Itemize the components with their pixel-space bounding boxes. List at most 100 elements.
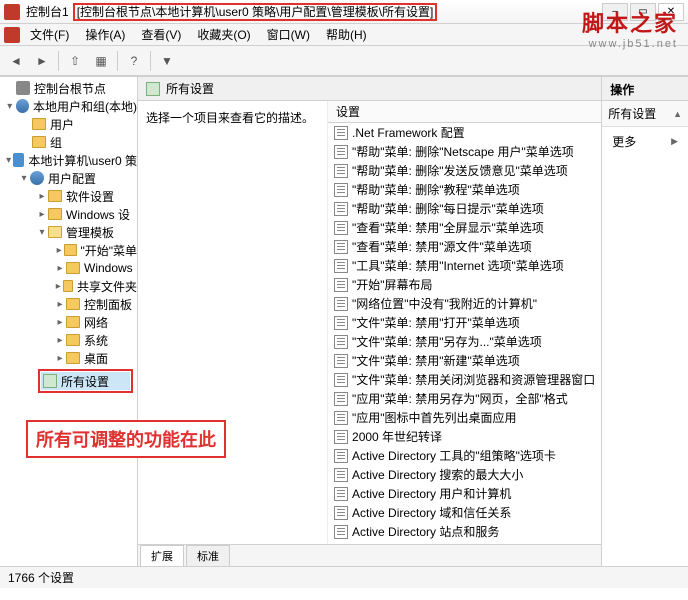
menu-help[interactable]: 帮助(H): [320, 24, 373, 45]
list-item[interactable]: "应用"菜单: 禁用另存为"网页，全部"格式: [328, 389, 601, 408]
actions-more[interactable]: 更多▶: [602, 127, 688, 156]
window-path: [控制台根节点\本地计算机\user0 策略\用户配置\管理模板\所有设置]: [73, 3, 438, 21]
list-item[interactable]: "工具"菜单: 禁用"Internet 选项"菜单选项: [328, 256, 601, 275]
list-item[interactable]: .Net Framework 配置: [328, 123, 601, 142]
list-item-label: 2000 年世纪转译: [352, 428, 442, 445]
close-button[interactable]: ✕: [658, 3, 684, 21]
list-item[interactable]: 2000 年世纪转译: [328, 427, 601, 446]
toolbar: ◄ ► ⇧ ▦ ? ▼: [0, 46, 688, 76]
setting-item-icon: [334, 259, 348, 273]
list-item[interactable]: Active Directory 工具的"组策略"选项卡: [328, 446, 601, 465]
setting-item-icon: [334, 506, 348, 520]
setting-item-icon: [334, 183, 348, 197]
tree-windows-comp[interactable]: ▸Windows: [0, 259, 137, 277]
list-item[interactable]: "帮助"菜单: 删除"Netscape 用户"菜单选项: [328, 142, 601, 161]
folder-icon: [32, 118, 46, 130]
filter-button[interactable]: ▼: [157, 51, 177, 71]
list-item[interactable]: "查看"菜单: 禁用"全屏显示"菜单选项: [328, 218, 601, 237]
setting-item-icon: [334, 392, 348, 406]
titlebar: 控制台1 [控制台根节点\本地计算机\user0 策略\用户配置\管理模板\所有…: [0, 0, 688, 24]
minimize-button[interactable]: –: [602, 3, 628, 21]
users-group-icon: [16, 99, 29, 113]
menubar: 文件(F) 操作(A) 查看(V) 收藏夹(O) 窗口(W) 帮助(H): [0, 24, 688, 46]
list-item[interactable]: "文件"菜单: 禁用"另存为..."菜单选项: [328, 332, 601, 351]
list-item[interactable]: "帮助"菜单: 删除"发送反馈意见"菜单选项: [328, 161, 601, 180]
setting-item-icon: [334, 411, 348, 425]
folder-icon: [66, 262, 80, 274]
separator: [58, 51, 59, 71]
annotation-callout: 所有可调整的功能在此: [26, 420, 226, 458]
list-item[interactable]: "文件"菜单: 禁用"新建"菜单选项: [328, 351, 601, 370]
tree-desktop[interactable]: ▸桌面: [0, 349, 137, 367]
setting-item-icon: [334, 278, 348, 292]
up-button[interactable]: ⇧: [65, 51, 85, 71]
nav-forward-button[interactable]: ►: [32, 51, 52, 71]
list-item-label: "文件"菜单: 禁用关闭浏览器和资源管理器窗口: [352, 371, 595, 388]
setting-item-icon: [334, 430, 348, 444]
list-item[interactable]: "开始"屏幕布局: [328, 275, 601, 294]
settings-icon: [43, 374, 57, 388]
tree-user-config[interactable]: ▾用户配置: [0, 169, 137, 187]
tree-policy[interactable]: ▾本地计算机\user0 策: [0, 151, 137, 169]
chevron-up-icon[interactable]: ▲: [673, 109, 682, 119]
content-title: 所有设置: [166, 80, 214, 97]
tree-selection-highlight: 所有设置: [38, 369, 133, 393]
list-item[interactable]: "查看"菜单: 禁用"源文件"菜单选项: [328, 237, 601, 256]
setting-item-icon: [334, 221, 348, 235]
list-item-label: Active Directory 用户和计算机: [352, 485, 511, 502]
setting-item-icon: [334, 354, 348, 368]
menu-file[interactable]: 文件(F): [24, 24, 75, 45]
setting-item-icon: [334, 335, 348, 349]
user-config-icon: [30, 171, 44, 185]
menu-window[interactable]: 窗口(W): [261, 24, 316, 45]
setting-item-icon: [334, 297, 348, 311]
list-item[interactable]: "应用"图标中首先列出桌面应用: [328, 408, 601, 427]
statusbar: 1766 个设置: [0, 566, 688, 588]
tree-network[interactable]: ▸网络: [0, 313, 137, 331]
tree-windows-settings[interactable]: ▸Windows 设: [0, 205, 137, 223]
folder-icon: [66, 334, 80, 346]
list-item[interactable]: Active Directory 站点和服务: [328, 522, 601, 541]
list-item[interactable]: Active Directory 域和信任关系: [328, 503, 601, 522]
setting-item-icon: [334, 468, 348, 482]
list-item[interactable]: "帮助"菜单: 删除"教程"菜单选项: [328, 180, 601, 199]
list-item[interactable]: Active Directory 搜索的最大大小: [328, 465, 601, 484]
separator: [117, 51, 118, 71]
tree-groups[interactable]: 组: [0, 133, 137, 151]
show-hide-button[interactable]: ▦: [91, 51, 111, 71]
tree-users[interactable]: 用户: [0, 115, 137, 133]
tree-root[interactable]: 控制台根节点: [0, 79, 137, 97]
tree-admin-templates[interactable]: ▾管理模板: [0, 223, 137, 241]
tree-all-settings[interactable]: 所有设置: [41, 372, 130, 390]
list-item-label: "网络位置"中没有"我附近的计算机": [352, 295, 537, 312]
maximize-button[interactable]: ▭: [630, 3, 656, 21]
list-item[interactable]: "网络位置"中没有"我附近的计算机": [328, 294, 601, 313]
folder-icon: [66, 316, 80, 328]
nav-back-button[interactable]: ◄: [6, 51, 26, 71]
list-item[interactable]: "文件"菜单: 禁用"打开"菜单选项: [328, 313, 601, 332]
list-item-label: "帮助"菜单: 删除"发送反馈意见"菜单选项: [352, 162, 568, 179]
tree-system[interactable]: ▸系统: [0, 331, 137, 349]
list-item-label: "应用"图标中首先列出桌面应用: [352, 409, 517, 426]
menu-view[interactable]: 查看(V): [135, 24, 187, 45]
app-icon: [4, 4, 20, 20]
tree-pane: 控制台根节点 ▾本地用户和组(本地) 用户 组 ▾本地计算机\user0 策 ▾…: [0, 77, 138, 566]
list-item-label: Active Directory 搜索的最大大小: [352, 466, 523, 483]
list-item[interactable]: Active Directory 用户和计算机: [328, 484, 601, 503]
tree-shared-folders[interactable]: ▸共享文件夹: [0, 277, 137, 295]
tree-software[interactable]: ▸软件设置: [0, 187, 137, 205]
menu-action[interactable]: 操作(A): [79, 24, 131, 45]
help-button[interactable]: ?: [124, 51, 144, 71]
setting-item-icon: [334, 202, 348, 216]
menu-favorites[interactable]: 收藏夹(O): [191, 24, 256, 45]
list-item[interactable]: "帮助"菜单: 删除"每日提示"菜单选项: [328, 199, 601, 218]
tree-control-panel[interactable]: ▸控制面板: [0, 295, 137, 313]
tab-standard[interactable]: 标准: [186, 545, 230, 566]
list-header[interactable]: 设置: [328, 101, 601, 123]
list-item[interactable]: "文件"菜单: 禁用关闭浏览器和资源管理器窗口: [328, 370, 601, 389]
tree-local-users[interactable]: ▾本地用户和组(本地): [0, 97, 137, 115]
tab-extended[interactable]: 扩展: [140, 545, 184, 566]
list-item-label: Active Directory 工具的"组策略"选项卡: [352, 447, 556, 464]
setting-item-icon: [334, 316, 348, 330]
tree-start-menu[interactable]: ▸"开始"菜单: [0, 241, 137, 259]
